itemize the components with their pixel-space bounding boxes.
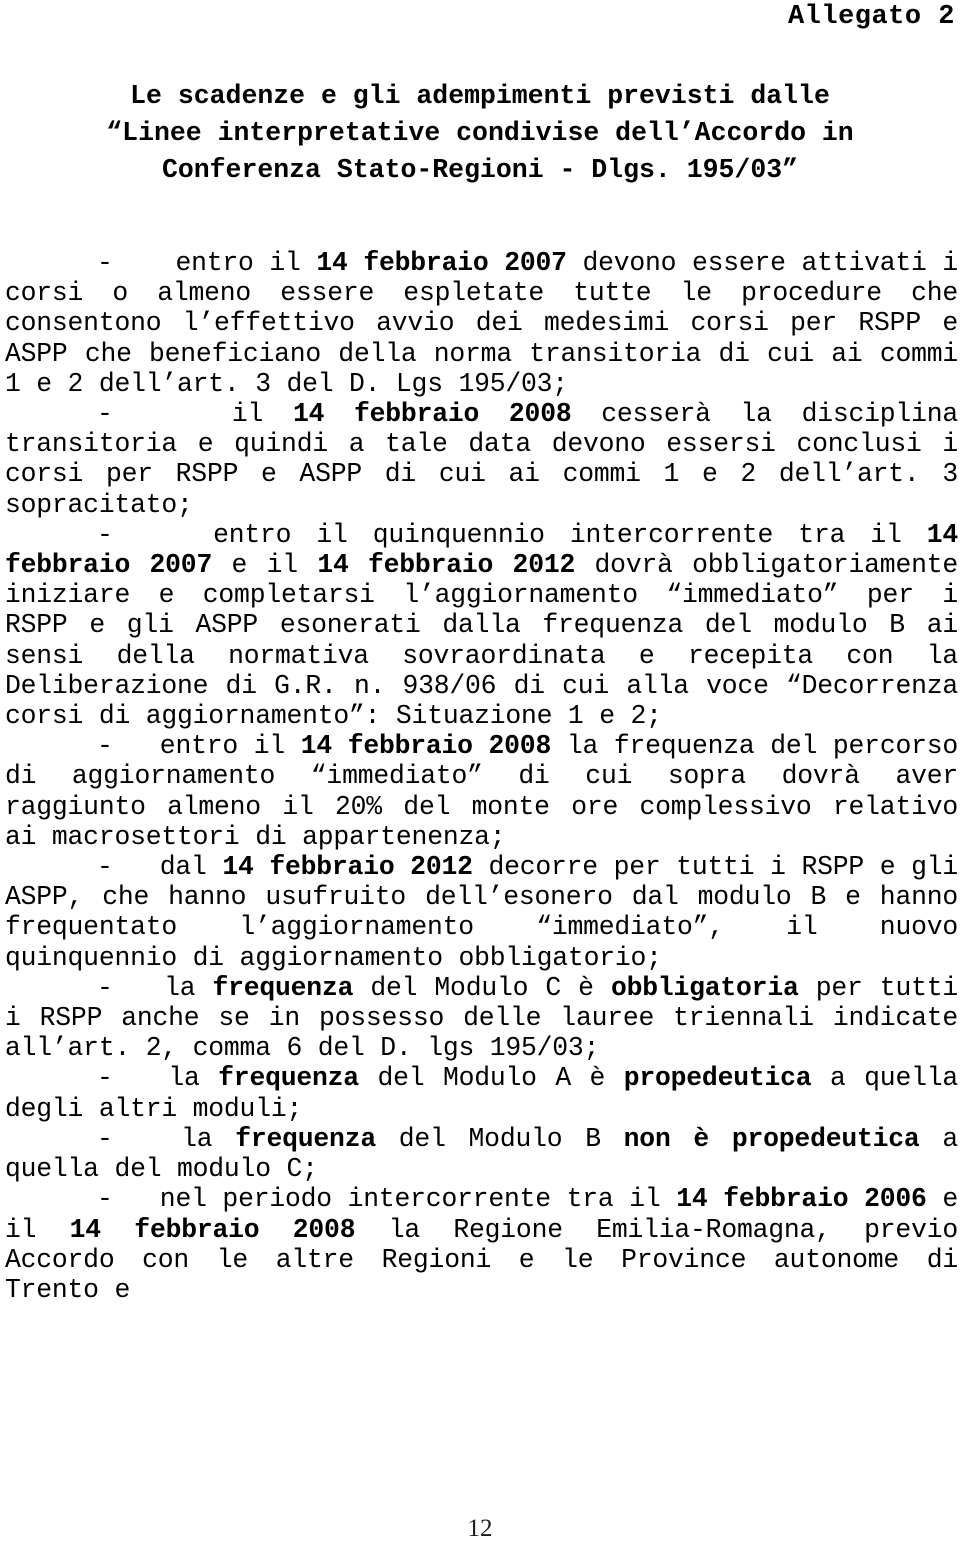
body-content: - entro il 14 febbraio 2007 devono esser…	[5, 248, 958, 1305]
emphasis-text: propedeutica	[623, 1063, 812, 1094]
emphasis-text: frequenza	[212, 972, 354, 1003]
paragraph-text: del Modulo B	[375, 1123, 624, 1154]
emphasis-text: 14 febbraio 2006	[676, 1184, 927, 1215]
body-paragraph: - la frequenza del Modulo A è propedeuti…	[5, 1063, 958, 1123]
paragraph-text: - entro il	[97, 731, 301, 762]
paragraph-text: - la	[97, 1123, 236, 1154]
emphasis-text: 14 febbraio 2008	[292, 399, 572, 430]
page-number: 12	[467, 1515, 493, 1542]
paragraph-text: - la	[97, 1063, 219, 1094]
emphasis-text: obbligatoria	[610, 972, 799, 1003]
page-title-line-1: Le scadenze e gli adempimenti previsti d…	[130, 81, 830, 111]
page-title-line-2: “Linee interpretative condivise dell’Acc…	[106, 118, 854, 148]
paragraph-text: e il	[212, 550, 318, 581]
document-page: Allegato 2 Le scadenze e gli adempimenti…	[0, 0, 960, 1557]
body-paragraph: - entro il quinquennio intercorrente tra…	[5, 520, 958, 731]
emphasis-text: 14 febbraio 2008	[300, 731, 552, 762]
body-paragraph: - entro il 14 febbraio 2007 devono esser…	[5, 248, 958, 399]
body-paragraph: - entro il 14 febbraio 2008 la frequenza…	[5, 731, 958, 852]
paragraph-text: - il	[97, 399, 293, 430]
emphasis-text: frequenza	[235, 1123, 376, 1154]
emphasis-text: frequenza	[218, 1063, 359, 1094]
emphasis-text: 14 febbraio 2008	[69, 1214, 356, 1245]
paragraph-text: del Modulo A è	[358, 1063, 624, 1094]
emphasis-text: 14 febbraio 2012	[317, 550, 576, 581]
body-paragraph: - il 14 febbraio 2008 cesserà la discipl…	[5, 399, 958, 520]
paragraph-text: - dal	[97, 852, 223, 883]
body-paragraph: - la frequenza del Modulo B non è proped…	[5, 1124, 958, 1184]
page-title-line-3: Conferenza Stato-Regioni - Dlgs. 195/03”	[161, 155, 799, 185]
body-paragraph: - dal 14 febbraio 2012 decorre per tutti…	[5, 852, 958, 973]
paragraph-text: - entro il quinquennio intercorrente tra…	[97, 519, 927, 550]
body-paragraph: - la frequenza del Modulo C è obbligator…	[5, 973, 958, 1064]
emphasis-text: 14 febbraio 2007	[316, 248, 567, 278]
emphasis-text: non è propedeutica	[623, 1123, 920, 1154]
paragraph-text: - nel periodo intercorrente tra il	[97, 1184, 677, 1215]
paragraph-text: - la	[97, 972, 213, 1003]
paragraph-text: del Modulo C è	[353, 972, 611, 1003]
body-paragraph: - nel periodo intercorrente tra il 14 fe…	[5, 1184, 958, 1305]
emphasis-text: 14 febbraio 2012	[222, 852, 473, 883]
page-title: Le scadenze e gli adempimenti previsti d…	[8, 78, 952, 189]
annex-label: Allegato 2	[787, 2, 955, 32]
paragraph-text: - entro il	[97, 248, 317, 278]
